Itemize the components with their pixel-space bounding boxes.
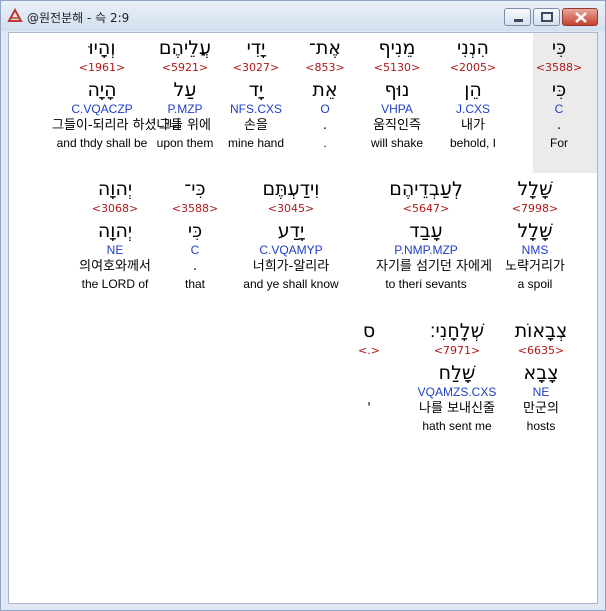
korean-gloss: 의여호와께서	[79, 259, 151, 274]
analysis-panel: כִּי <3588> כִּי C. For הִנְנִי <2005> הֵן J.CXS…	[8, 32, 598, 604]
close-icon	[575, 12, 587, 23]
korean-gloss: 노략거리가	[505, 259, 565, 274]
minimize-icon	[514, 19, 523, 22]
strong-number: <3045>	[267, 202, 315, 215]
english-gloss: hath sent me	[422, 419, 492, 433]
parsing-code: C.VQACZP	[71, 102, 133, 116]
window-title: @원전분해 - 슥 2:9	[27, 11, 130, 25]
strong-number: <.>	[358, 344, 380, 357]
root-word: הָיָה	[87, 79, 117, 101]
word-column[interactable]: וִידַעְתֶּם <3045> יָדַע C.VQAMYP 너희가-알리라 and…	[241, 178, 341, 291]
maximize-icon	[541, 12, 553, 22]
root-word: יְהוָה	[97, 220, 133, 242]
english-gloss: to theri sevants	[385, 277, 467, 291]
english-gloss: and ye shall know	[243, 277, 339, 291]
word-column[interactable]: שָׁלָל <7998> שָׁלָל NMS 노략거리가 a spoil	[485, 178, 585, 291]
parsing-code: VQAMZS.CXS	[417, 385, 497, 399]
word-column[interactable]: ס <.> '	[319, 320, 419, 419]
hebrew-word: יְהוָה	[97, 178, 133, 200]
strong-number: <3068>	[91, 202, 139, 215]
hebrew-word: שָׁלָל	[517, 178, 553, 200]
hebrew-word: וִידַעְתֶּם	[262, 178, 320, 200]
parsing-code: NE	[106, 243, 124, 257]
korean-gloss: 그들이-되리라 하셨나니	[52, 118, 181, 133]
word-column[interactable]: שְׁלָחָנִי׃ <7971> שָׁלַח VQAMZS.CXS 나를 보내신줄…	[407, 320, 507, 433]
korean-gloss: '	[367, 401, 371, 416]
root-word	[319, 362, 419, 384]
english-gloss: a spoil	[517, 277, 553, 291]
title-bar[interactable]: @원전분해 - 슥 2:9	[1, 1, 605, 31]
english-gloss: the LORD of	[81, 277, 149, 291]
word-column[interactable]: יְהוָה <3068> יְהוָה NE 의여호와께서 the LORD of	[65, 178, 165, 291]
parsing-code	[319, 384, 419, 401]
close-button[interactable]	[562, 8, 598, 26]
app-window: @원전분해 - 슥 2:9 כִּי <3588> כִּי C. For הִנְנִי…	[0, 0, 606, 611]
strong-number: <5647>	[402, 202, 450, 215]
korean-gloss: 나를 보내신줄	[419, 401, 495, 416]
root-word: עָבַד	[409, 220, 443, 242]
strong-number: <7998>	[511, 202, 559, 215]
strong-number: <1961>	[78, 61, 126, 74]
minimize-button[interactable]	[504, 8, 531, 26]
english-gloss: and thdy shall be	[56, 136, 148, 150]
hebrew-word: לְעַבְדֵיהֶם	[389, 178, 463, 200]
korean-gloss: 너희가-알리라	[252, 259, 330, 274]
root-word: יָדַע	[277, 220, 305, 242]
hebrew-word: שְׁלָחָנִי׃	[429, 320, 485, 342]
root-word: שָׁלָל	[517, 220, 553, 242]
parsing-code: NMS	[521, 243, 549, 257]
hebrew-word: ס	[362, 320, 376, 342]
root-word: שָׁלַח	[438, 362, 476, 384]
parsing-code: P.NMP.MZP	[394, 243, 458, 257]
word-column[interactable]: וְהָיוּ <1961> הָיָה C.VQACZP 그들이-되리라 하셨나니 an…	[52, 37, 181, 150]
app-logo-icon	[7, 7, 23, 24]
hebrew-word: וְהָיוּ	[88, 37, 116, 59]
maximize-button[interactable]	[533, 8, 560, 26]
korean-gloss: 자기를 섬기던 자에게	[376, 259, 492, 274]
word-column[interactable]: לְעַבְדֵיהֶם <5647> עָבַד P.NMP.MZP 자기를 섬기던 …	[376, 178, 492, 291]
strong-number: <7971>	[433, 344, 481, 357]
parsing-code: C.VQAMYP	[259, 243, 323, 257]
